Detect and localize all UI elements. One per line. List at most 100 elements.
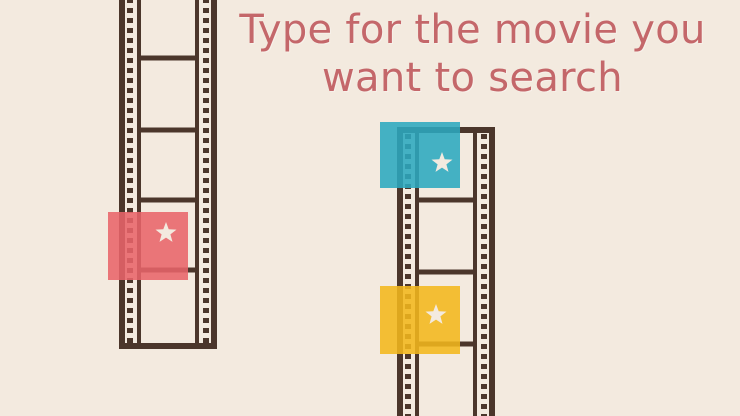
film-perforation (481, 344, 487, 349)
film-perforation (203, 148, 209, 153)
film-perforation (481, 334, 487, 339)
film-perforation (203, 338, 209, 343)
film-perforation (203, 328, 209, 333)
film-perforation (481, 154, 487, 159)
film-perforation (481, 234, 487, 239)
film-perforation (481, 194, 487, 199)
film-perforation (405, 204, 411, 209)
film-perforation (127, 168, 133, 173)
film-perforation (203, 268, 209, 273)
film-perforation (127, 98, 133, 103)
film-perforation (203, 108, 209, 113)
film-perforation (481, 384, 487, 389)
film-perforation (203, 118, 209, 123)
film-perforation (481, 364, 487, 369)
film-perforation (203, 208, 209, 213)
film-perforation (481, 314, 487, 319)
film-perforation (481, 224, 487, 229)
film-perforation (203, 0, 209, 3)
film-perforation (405, 224, 411, 229)
film-perforation (203, 218, 209, 223)
film-perforation (405, 214, 411, 219)
film-perforation (481, 394, 487, 399)
film-perforation (481, 184, 487, 189)
film-perforation (203, 238, 209, 243)
film-perforation (127, 198, 133, 203)
film-perforation (127, 58, 133, 63)
film-perforation (481, 254, 487, 259)
film-perforation (405, 364, 411, 369)
film-perforation (203, 288, 209, 293)
film-perforation (481, 164, 487, 169)
film-perforation (127, 308, 133, 313)
film-perforation (405, 254, 411, 259)
film-perforation (203, 138, 209, 143)
film-perforation (203, 128, 209, 133)
film-perforation (127, 298, 133, 303)
film-perforation (481, 284, 487, 289)
film-perforation (405, 404, 411, 409)
film-perforation (127, 178, 133, 183)
film-perforation (481, 204, 487, 209)
film-perforation (127, 338, 133, 343)
search-prompt-line-2: want to search (322, 55, 623, 101)
film-perforation (127, 318, 133, 323)
film-perforation (203, 298, 209, 303)
film-strip-left (119, 0, 217, 349)
film-perforation (481, 274, 487, 279)
film-perforations (481, 134, 487, 416)
film-perforation (203, 158, 209, 163)
film-perforation (127, 188, 133, 193)
film-perforation (481, 244, 487, 249)
film-perforation (203, 248, 209, 253)
red-tile (108, 212, 188, 280)
film-perforation (127, 48, 133, 53)
film-perforation (203, 258, 209, 263)
film-strip-frame (119, 0, 217, 349)
film-perforation (127, 108, 133, 113)
film-perforation (481, 264, 487, 269)
film-perforation (481, 214, 487, 219)
film-perforation (203, 318, 209, 323)
film-perforation (481, 324, 487, 329)
film-perforation (405, 374, 411, 379)
film-perforation (405, 264, 411, 269)
film-perforation (127, 138, 133, 143)
film-perforation (481, 404, 487, 409)
film-perforation (127, 158, 133, 163)
film-perforation (127, 68, 133, 73)
search-prompt-text: Type for the movie you want to search (205, 6, 740, 102)
film-perforation (203, 178, 209, 183)
film-perforation (127, 28, 133, 33)
film-perforation (405, 234, 411, 239)
film-perforation (127, 328, 133, 333)
search-prompt-screen: Type for the movie you want to search (0, 0, 740, 416)
film-perforation (127, 18, 133, 23)
film-perforation (405, 274, 411, 279)
film-perforations (127, 0, 133, 343)
film-perforation (203, 278, 209, 283)
film-perforation (481, 144, 487, 149)
film-perforation (203, 168, 209, 173)
film-perforation (405, 394, 411, 399)
film-perforation (127, 0, 133, 3)
film-perforation (481, 294, 487, 299)
film-perforation (127, 38, 133, 43)
search-prompt-line-1: Type for the movie you (239, 7, 706, 53)
film-perforation (127, 88, 133, 93)
film-perforation (481, 134, 487, 139)
film-perforation (127, 118, 133, 123)
film-perforation (405, 384, 411, 389)
film-perforation (405, 244, 411, 249)
blue-tile (380, 122, 460, 188)
film-perforation (203, 228, 209, 233)
film-perforation (481, 174, 487, 179)
film-perforation (127, 288, 133, 293)
film-perforation (405, 354, 411, 359)
film-perforation (481, 304, 487, 309)
film-perforation (481, 354, 487, 359)
film-perforation (127, 148, 133, 153)
film-perforation (203, 188, 209, 193)
film-perforation (127, 78, 133, 83)
film-perforation (203, 308, 209, 313)
